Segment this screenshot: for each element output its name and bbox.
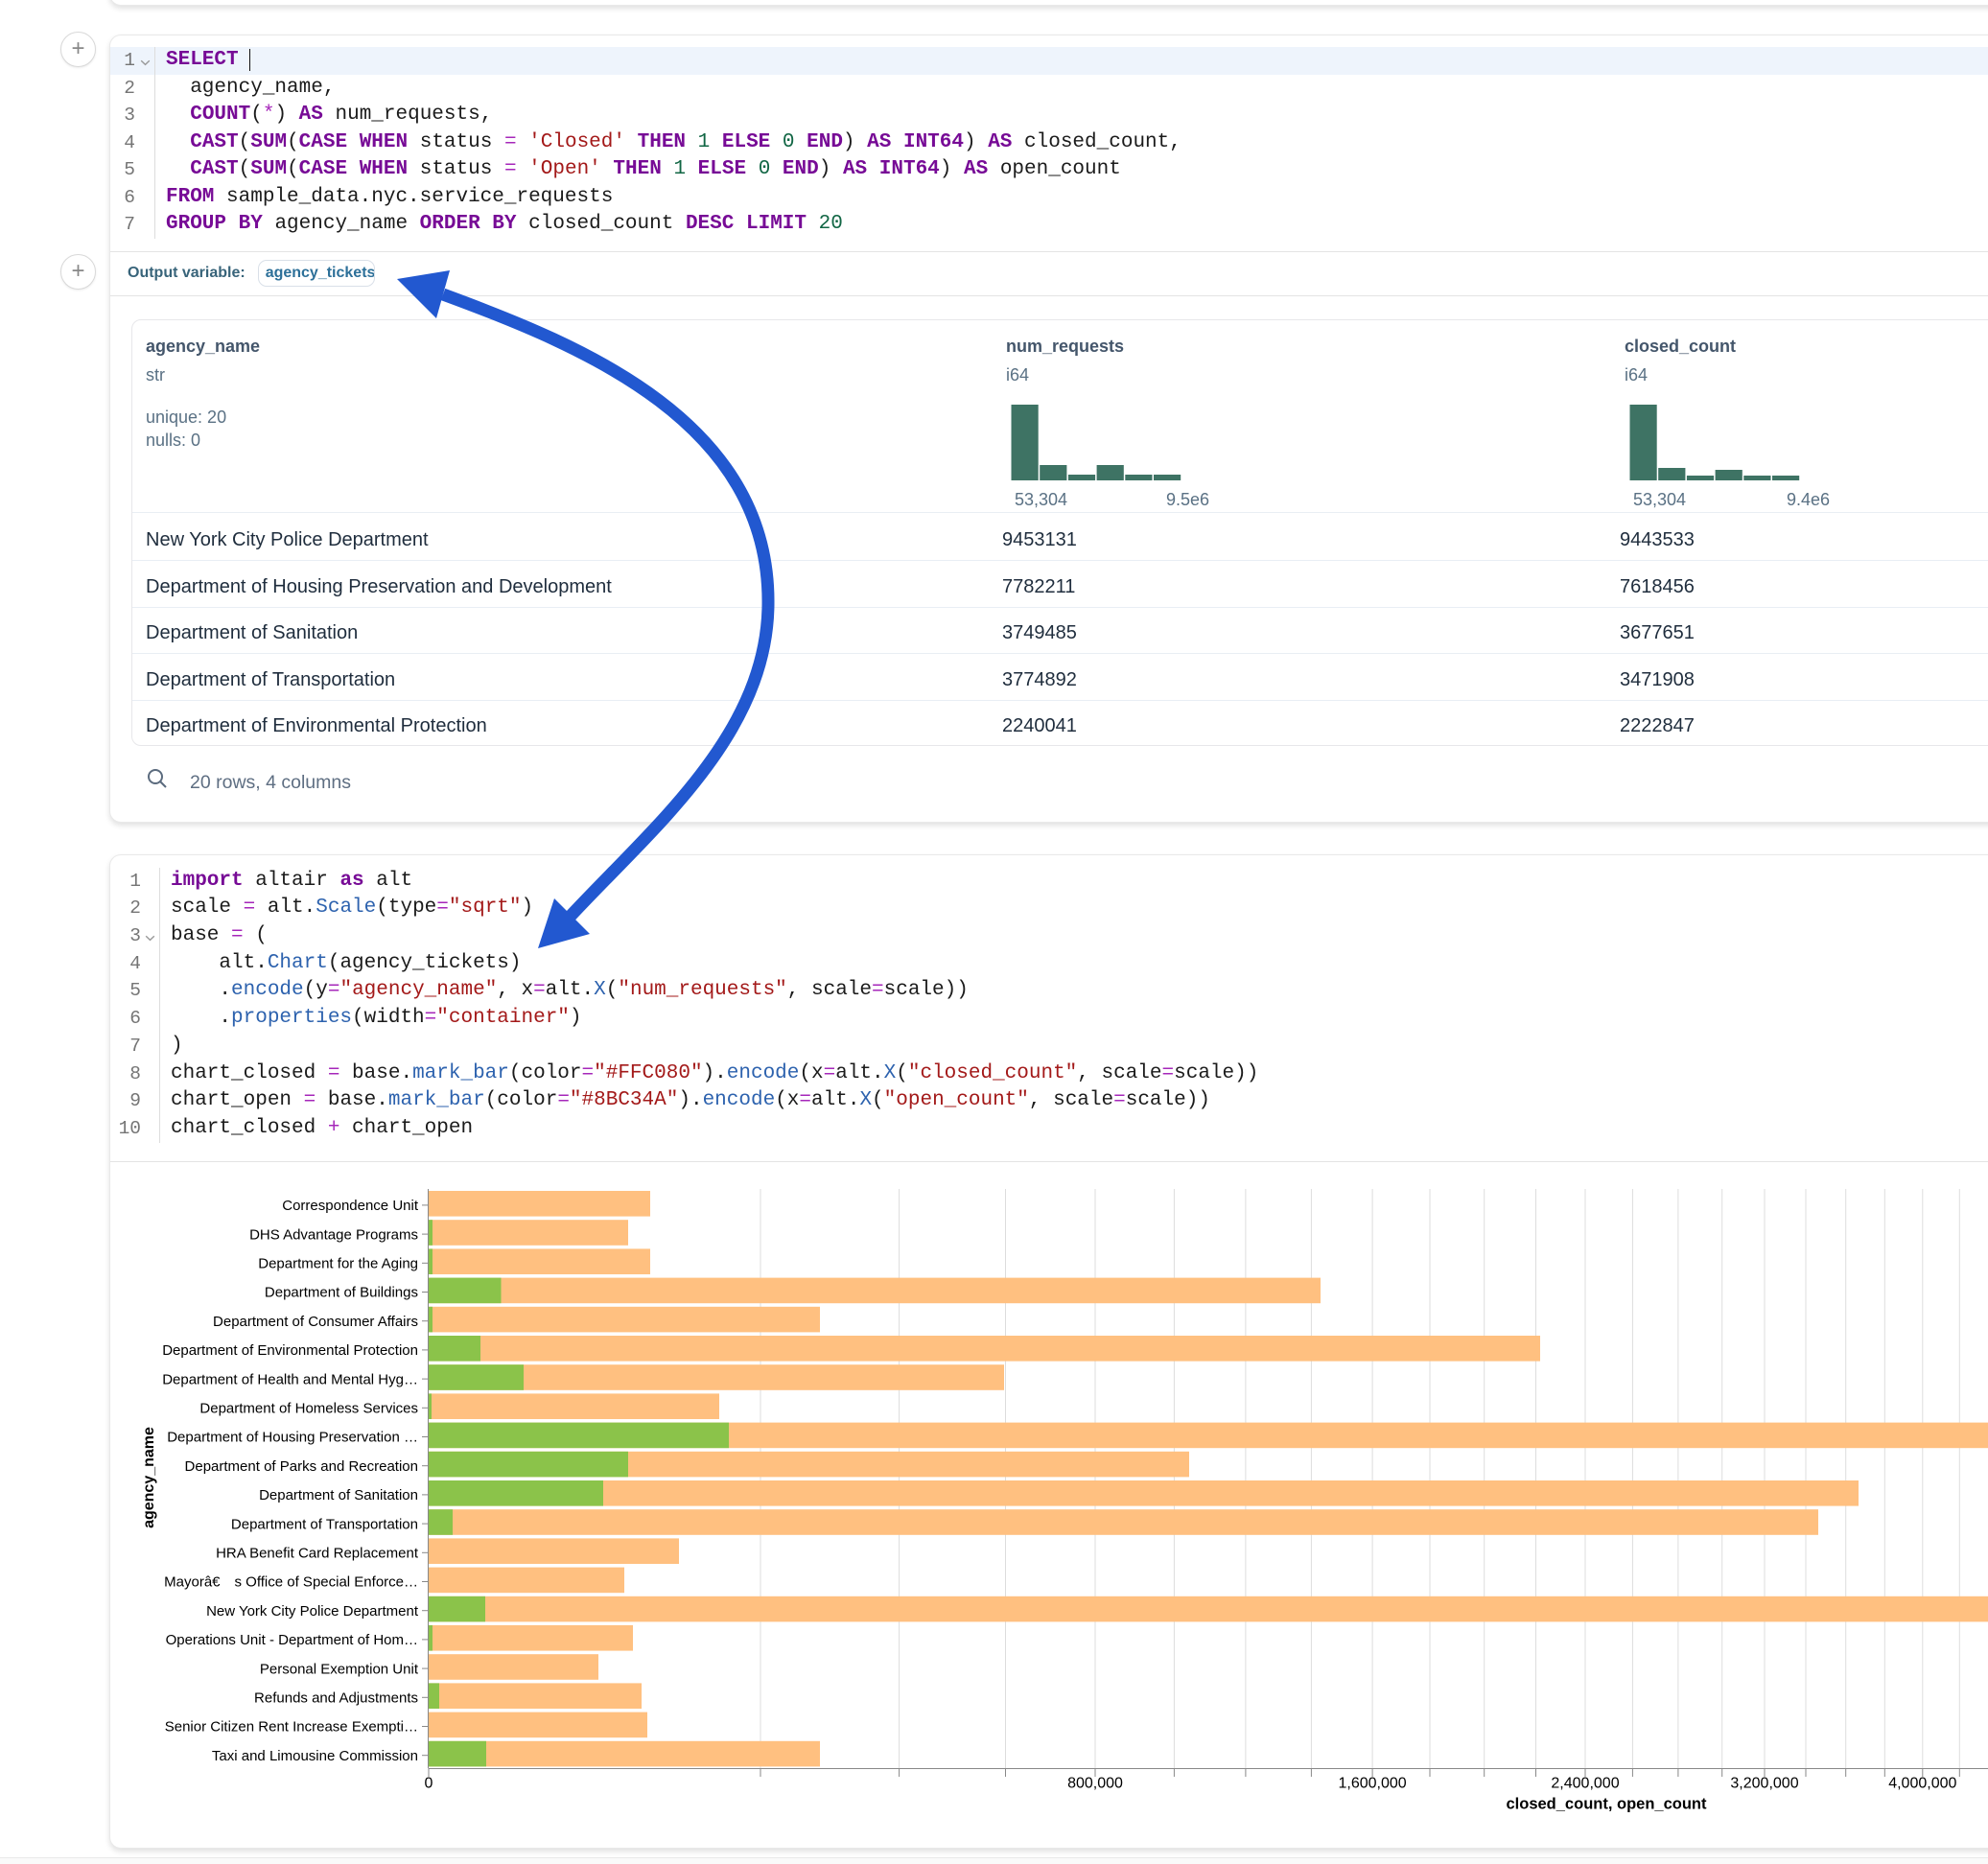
svg-text:closed_count, open_count: closed_count, open_count — [1506, 1796, 1707, 1813]
svg-text:2,400,000: 2,400,000 — [1551, 1776, 1619, 1792]
svg-text:Refunds and Adjustments: Refunds and Adjustments — [254, 1690, 418, 1707]
svg-text:Department of Housing Preserva: Department of Housing Preservation … — [167, 1430, 418, 1446]
svg-text:3,200,000: 3,200,000 — [1730, 1776, 1798, 1792]
svg-text:DHS Advantage Programs: DHS Advantage Programs — [249, 1226, 418, 1243]
svg-text:Taxi and Limousine Commission: Taxi and Limousine Commission — [212, 1748, 418, 1764]
svg-text:Department of Homeless Service: Department of Homeless Services — [199, 1401, 418, 1417]
svg-text:Department of Transportation: Department of Transportation — [231, 1516, 418, 1532]
svg-text:Senior Citizen Rent Increase E: Senior Citizen Rent Increase Exempti… — [165, 1719, 418, 1736]
svg-text:1,600,000: 1,600,000 — [1339, 1776, 1407, 1792]
svg-text:Department of Health and Menta: Department of Health and Mental Hyg… — [162, 1371, 418, 1387]
svg-text:Department of Environmental Pr: Department of Environmental Protection — [162, 1342, 418, 1359]
svg-text:Correspondence Unit: Correspondence Unit — [282, 1198, 419, 1214]
svg-text:800,000: 800,000 — [1067, 1776, 1123, 1792]
svg-text:0: 0 — [425, 1776, 433, 1792]
svg-text:Department of Buildings: Department of Buildings — [265, 1285, 418, 1301]
svg-text:Department of Sanitation: Department of Sanitation — [259, 1487, 418, 1503]
svg-text:Department of Parks and Recrea: Department of Parks and Recreation — [185, 1458, 418, 1475]
svg-text:Mayorâ€ s Office of Special En: Mayorâ€ s Office of Special Enforce… — [164, 1574, 418, 1591]
svg-text:New York City Police Departmen: New York City Police Department — [206, 1603, 419, 1619]
svg-text:HRA Benefit Card Replacement: HRA Benefit Card Replacement — [216, 1546, 419, 1562]
svg-text:Personal Exemption Unit: Personal Exemption Unit — [260, 1661, 419, 1677]
svg-text:Operations Unit - Department o: Operations Unit - Department of Hom… — [166, 1632, 418, 1648]
svg-text:4,000,000: 4,000,000 — [1888, 1776, 1956, 1792]
svg-text:Department for the Aging: Department for the Aging — [258, 1256, 418, 1272]
svg-text:Department of Consumer Affairs: Department of Consumer Affairs — [213, 1314, 418, 1330]
svg-text:agency_name: agency_name — [141, 1427, 157, 1528]
